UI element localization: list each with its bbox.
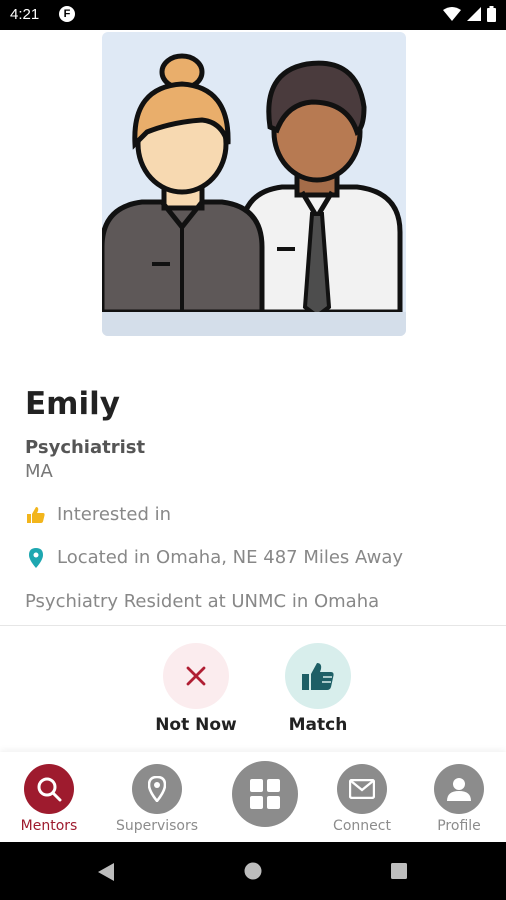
thumbs-up-icon [25, 506, 47, 524]
nav-profile[interactable]: Profile [409, 764, 506, 834]
nav-home-button[interactable] [232, 761, 298, 827]
notification-icon: F [59, 6, 75, 22]
location-row: Located in Omaha, NE 487 Miles Away [25, 547, 403, 568]
interest-row: Interested in [25, 504, 171, 525]
map-pin-icon [148, 776, 166, 802]
profile-photo [102, 32, 406, 336]
bottom-nav: Mentors Supervisors Connect Profile [0, 752, 506, 842]
thumbs-up-icon [302, 663, 334, 690]
signal-icon [467, 7, 481, 21]
mentors-illustration [102, 53, 406, 336]
nav-connect-label: Connect [333, 818, 391, 834]
search-icon [37, 777, 62, 802]
map-pin-icon [25, 547, 47, 568]
nav-mentors[interactable]: Mentors [0, 764, 99, 834]
battery-icon [487, 6, 496, 22]
location-text: Located in Omaha, NE 487 Miles Away [57, 547, 404, 568]
divider [0, 625, 506, 626]
nav-mentors-label: Mentors [20, 818, 78, 834]
profile-name: Emily [25, 386, 120, 422]
nav-connect[interactable]: Connect [312, 764, 412, 834]
user-icon [447, 778, 471, 801]
status-bar: 4:21 F [0, 0, 506, 30]
nav-profile-circle[interactable] [434, 764, 484, 814]
nav-supervisors-circle[interactable] [132, 764, 182, 814]
profile-bio: Psychiatry Resident at UNMC in Omaha [25, 591, 380, 612]
nav-supervisors[interactable]: Supervisors [107, 764, 207, 834]
nav-supervisors-label: Supervisors [115, 818, 199, 834]
grid-icon [250, 779, 280, 809]
match-button[interactable]: Match [253, 643, 383, 735]
profile-role: Psychiatrist [25, 437, 146, 458]
nav-profile-label: Profile [437, 818, 481, 834]
close-icon [186, 666, 206, 686]
back-icon[interactable] [97, 862, 115, 882]
recents-icon[interactable] [391, 863, 407, 879]
not-now-label: Not Now [155, 715, 237, 735]
interest-text: Interested in [57, 504, 171, 525]
not-now-button[interactable]: Not Now [131, 643, 261, 735]
status-icons [443, 6, 496, 22]
profile-degree: MA [25, 461, 53, 482]
system-nav-bar [0, 842, 506, 900]
not-now-circle[interactable] [163, 643, 229, 709]
home-icon[interactable] [244, 862, 262, 880]
match-circle[interactable] [285, 643, 351, 709]
nav-mentors-circle[interactable] [24, 764, 74, 814]
nav-connect-circle[interactable] [337, 764, 387, 814]
mail-icon [349, 779, 375, 799]
wifi-icon [443, 7, 461, 21]
status-time: 4:21 [10, 6, 40, 23]
match-label: Match [288, 715, 348, 735]
